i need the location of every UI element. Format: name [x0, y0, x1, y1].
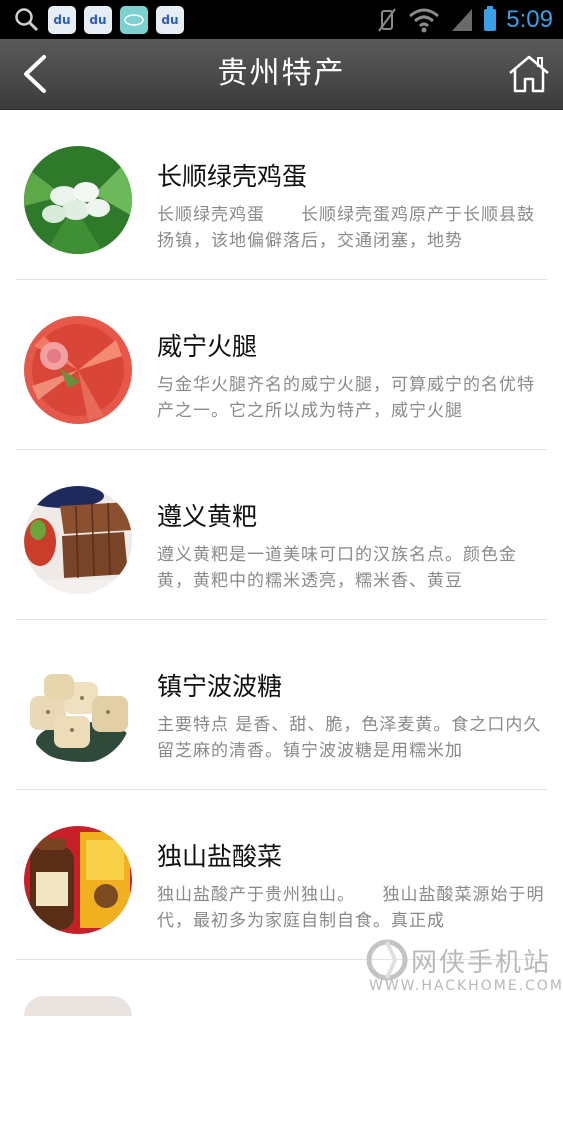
list-item[interactable]: 长顺绿壳鸡蛋 长顺绿壳鸡蛋 长顺绿壳蛋鸡原产于长顺县鼓扬镇，该地偏僻落后，交通闭… [0, 110, 563, 280]
search-icon [15, 8, 39, 32]
item-description: 长顺绿壳鸡蛋 长顺绿壳蛋鸡原产于长顺县鼓扬镇，该地偏僻落后，交通闭塞，地势 [157, 205, 535, 251]
list-item[interactable]: 独山盐酸菜 独山盐酸产于贵州独山。 独山盐酸菜源始于明代，最初多为家庭自制自食。… [0, 790, 563, 960]
home-icon [509, 55, 549, 93]
wifi-icon [409, 8, 440, 32]
clock: 5:09 [506, 5, 553, 33]
item-name: 镇宁波波糖 [157, 672, 283, 701]
baidu-paw-icon: du [48, 6, 76, 34]
chevron-left-icon [24, 55, 46, 93]
item-description: 主要特点 是香、甜、脆，色泽麦黄。食之口内久留芝麻的清香。镇宁波波糖是用糯米加 [157, 715, 542, 761]
item-description: 遵义黄粑是一道美味可口的汉族名点。颜色金黄，黄粑中的糯米透亮，糯米香、黄豆 [157, 545, 517, 591]
hackhome-logo-icon [366, 939, 408, 981]
item-name: 遵义黄粑 [157, 502, 258, 531]
item-name: 长顺绿壳鸡蛋 [157, 162, 308, 191]
back-button[interactable] [14, 51, 60, 97]
list-item[interactable]: 镇宁波波糖 主要特点 是香、甜、脆，色泽麦黄。食之口内久留芝麻的清香。镇宁波波糖… [0, 620, 563, 790]
vibrate-off-icon [378, 7, 397, 32]
baidu-paw-icon: du [156, 6, 184, 34]
system-icons: 5:09 [376, 0, 553, 39]
watermark: 网侠手机站 WWW.HACKHOME.COM [365, 938, 562, 998]
item-thumbnail [24, 656, 132, 764]
notification-icons: du du du [14, 5, 184, 35]
item-thumbnail [24, 146, 132, 254]
item-description: 与金华火腿齐名的威宁火腿，可算威宁的名优特产之一。它之所以成为特产，威宁火腿 [157, 375, 535, 421]
list-item[interactable]: 威宁火腿 与金华火腿齐名的威宁火腿，可算威宁的名优特产之一。它之所以成为特产，威… [0, 280, 563, 450]
item-name: 独山盐酸菜 [157, 842, 283, 871]
watermark-name: 网侠手机站 [411, 948, 552, 978]
home-button[interactable] [507, 53, 551, 95]
battery-icon [484, 5, 497, 31]
item-thumbnail [24, 996, 132, 1016]
item-description: 独山盐酸产于贵州独山。 独山盐酸菜源始于明代，最初多为家庭自制自食。真正成 [157, 885, 545, 931]
baidu-paw-icon: du [84, 6, 112, 34]
signal-icon [452, 8, 473, 31]
watermark-url: WWW.HACKHOME.COM [369, 978, 563, 994]
teal-app-icon [120, 6, 148, 34]
list-item[interactable]: 遵义黄粑 遵义黄粑是一道美味可口的汉族名点。颜色金黄，黄粑中的糯米透亮，糯米香、… [0, 450, 563, 620]
page-title: 贵州特产 [217, 56, 346, 91]
item-thumbnail [24, 316, 132, 424]
item-name: 威宁火腿 [157, 332, 258, 361]
title-bar: 贵州特产 [0, 39, 563, 110]
item-thumbnail [24, 486, 132, 594]
item-thumbnail [24, 826, 132, 934]
status-bar: du du du 5:09 [0, 0, 563, 39]
